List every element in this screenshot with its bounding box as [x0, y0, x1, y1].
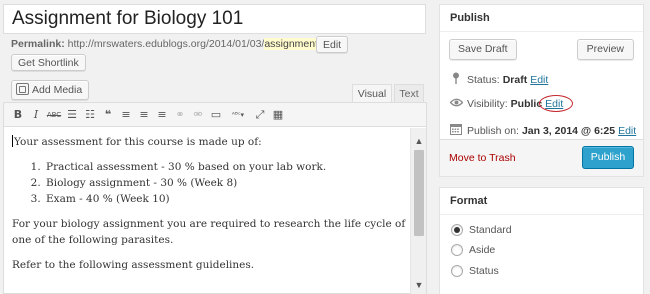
edit-slug-button[interactable]: Edit	[316, 36, 349, 53]
format-option-aside[interactable]: Aside	[451, 244, 495, 256]
paragraph-intro-text: Your assessment for this course is made …	[14, 136, 262, 148]
paragraph-intro: Your assessment for this course is made …	[12, 134, 409, 150]
permalink: Permalink: http://mrswaters.edublogs.org…	[11, 38, 321, 50]
list-item: Exam - 40 % (Week 10)	[44, 191, 409, 207]
permalink-base-url: http://mrswaters.edublogs.org/2014/01/03…	[67, 38, 265, 50]
numbered-list-icon[interactable]: ☷	[81, 106, 99, 124]
format-option-label: Standard	[469, 224, 512, 236]
preview-button[interactable]: Preview	[576, 39, 634, 60]
link-icon[interactable]: ⚭	[171, 106, 189, 124]
bold-icon[interactable]: B	[9, 106, 27, 124]
get-shortlink-button[interactable]: Get Shortlink	[11, 54, 86, 71]
kitchen-sink-icon[interactable]: ▦	[269, 106, 287, 124]
format-option-status[interactable]: Status	[451, 265, 499, 277]
status-label: Status:	[467, 73, 500, 86]
more-tag-icon[interactable]: ▭	[207, 106, 225, 124]
media-icon	[16, 83, 29, 95]
unlink-icon[interactable]: ⚮	[189, 106, 207, 124]
format-box: Format Standard Aside Status	[439, 187, 644, 294]
scroll-up-icon[interactable]: ▲	[411, 134, 427, 148]
visibility-label: Visibility:	[467, 98, 508, 110]
format-option-label: Status	[469, 265, 499, 277]
text-caret	[12, 135, 13, 147]
eye-icon	[449, 98, 463, 110]
status-value: Draft	[502, 73, 528, 86]
radio-selected-icon[interactable]	[451, 224, 463, 236]
publish-button[interactable]: Publish	[582, 146, 634, 169]
bullet-list-icon[interactable]: ☰	[63, 106, 81, 124]
permalink-label: Permalink:	[11, 38, 65, 50]
scrollbar-thumb[interactable]	[414, 150, 424, 236]
format-heading: Format	[440, 188, 643, 215]
spellcheck-icon[interactable]: ᴬᴮᶜ▾	[225, 106, 251, 124]
save-draft-button[interactable]: Save Draft	[449, 39, 517, 60]
move-to-trash-link[interactable]: Move to Trash	[449, 152, 516, 164]
add-media-button[interactable]: Add Media	[11, 80, 90, 100]
paragraph-guidelines: Refer to the following assessment guidel…	[12, 259, 255, 271]
visibility-edit-link[interactable]: Edit	[539, 95, 574, 112]
tab-visual[interactable]: Visual	[352, 84, 392, 103]
paragraph-assignment: For your biology assignment you are requ…	[12, 218, 406, 246]
radio-icon[interactable]	[451, 244, 463, 256]
status-edit-link[interactable]: Edit	[530, 74, 548, 86]
assessment-list: Practical assessment - 30 % based on you…	[44, 159, 409, 207]
format-option-standard[interactable]: Standard	[451, 224, 512, 236]
editor-content[interactable]: Your assessment for this course is made …	[4, 128, 409, 294]
publish-on-value: Jan 3, 2014 @ 6:25	[521, 124, 616, 137]
list-item: Biology assignment - 30 % (Week 8)	[44, 175, 409, 191]
post-editor: B I ABC ☰ ☷ ❝ ≡ ≡ ≡ ⚭ ⚮ ▭ ᴬᴮᶜ▾ ⤢ ▦ Your …	[3, 102, 427, 294]
publish-box: Publish Save Draft Preview Status: Draft…	[439, 4, 644, 177]
tab-text[interactable]: Text	[394, 84, 424, 103]
publish-date-edit-link[interactable]: Edit	[618, 125, 636, 137]
publish-heading: Publish	[440, 5, 643, 32]
radio-icon[interactable]	[451, 265, 463, 277]
post-title-input[interactable]: Assignment for Biology 101	[3, 4, 426, 34]
calendar-icon	[449, 123, 463, 138]
publish-on-label: Publish on:	[467, 124, 519, 137]
format-option-label: Aside	[469, 244, 496, 256]
editor-scrollbar[interactable]: ▲ ▼	[410, 128, 426, 294]
add-media-label: Add Media	[32, 84, 83, 96]
fullscreen-icon[interactable]: ⤢	[251, 106, 269, 124]
status-row: Status: Draft Edit	[449, 72, 548, 87]
blockquote-icon[interactable]: ❝	[99, 106, 117, 124]
visibility-value: Public	[510, 98, 543, 110]
align-center-icon[interactable]: ≡	[135, 106, 153, 124]
list-item: Practical assessment - 30 % based on you…	[44, 159, 409, 175]
publish-date-row: Publish on: Jan 3, 2014 @ 6:25 Edit	[449, 123, 636, 138]
align-right-icon[interactable]: ≡	[153, 106, 171, 124]
scroll-down-icon[interactable]: ▼	[411, 278, 427, 292]
editor-toolbar: B I ABC ☰ ☷ ❝ ≡ ≡ ≡ ⚭ ⚮ ▭ ᴬᴮᶜ▾ ⤢ ▦	[4, 103, 426, 127]
align-left-icon[interactable]: ≡	[117, 106, 135, 124]
italic-icon[interactable]: I	[27, 106, 45, 124]
pin-icon	[449, 72, 463, 87]
strikethrough-icon[interactable]: ABC	[45, 106, 63, 124]
publish-actions: Move to Trash Publish	[440, 139, 643, 176]
permalink-slug[interactable]: assignment	[264, 38, 319, 50]
visibility-row: Visibility: Public Edit	[449, 95, 574, 112]
